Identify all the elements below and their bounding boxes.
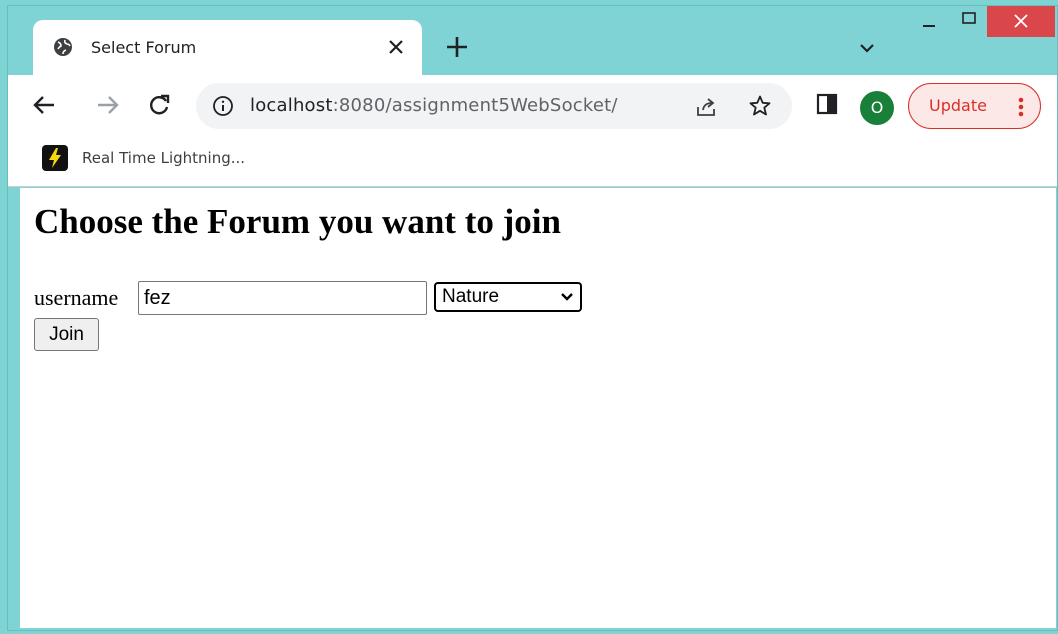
update-button[interactable]: Update <box>908 83 1041 129</box>
side-panel-icon[interactable] <box>814 91 840 117</box>
update-label: Update <box>929 96 987 115</box>
forum-select-value: Nature <box>442 286 500 307</box>
page-heading: Choose the Forum you want to join <box>34 202 561 241</box>
lightning-icon <box>42 145 68 171</box>
page-content: Choose the Forum you want to join userna… <box>20 188 1056 628</box>
address-bar[interactable]: localhost:8080/assignment5WebSocket/ <box>196 83 792 129</box>
reload-icon[interactable] <box>145 91 173 119</box>
forum-select[interactable]: Nature <box>434 282 582 312</box>
more-menu-icon[interactable] <box>1013 94 1029 120</box>
forward-arrow-icon[interactable] <box>94 91 122 119</box>
bookmark-star-icon[interactable] <box>748 94 772 118</box>
bookmark-label: Real Time Lightning... <box>82 149 246 167</box>
username-label: username <box>34 285 119 310</box>
tab-select-forum[interactable]: Select Forum <box>33 20 422 76</box>
maximize-button[interactable] <box>951 6 987 37</box>
minimize-button[interactable] <box>908 6 950 37</box>
browser-toolbar: localhost:8080/assignment5WebSocket/ O U… <box>8 75 1057 135</box>
new-tab-icon[interactable] <box>443 33 471 61</box>
back-arrow-icon[interactable] <box>30 91 58 119</box>
bookmarks-bar: Real Time Lightning... <box>8 135 1057 187</box>
chevron-down-icon[interactable] <box>856 37 878 59</box>
info-icon[interactable] <box>212 95 234 117</box>
join-button[interactable]: Join <box>34 318 99 351</box>
close-tab-icon[interactable] <box>383 34 409 60</box>
tab-strip: Select Forum <box>8 6 1057 76</box>
browser-window: Select Forum localhost:8080/assignment5W… <box>7 5 1058 631</box>
username-input[interactable] <box>138 281 427 315</box>
url-text: localhost:8080/assignment5WebSocket/ <box>250 95 618 116</box>
tab-title: Select Forum <box>91 38 197 57</box>
close-window-button[interactable] <box>987 6 1055 37</box>
profile-avatar[interactable]: O <box>860 91 894 125</box>
share-icon[interactable] <box>694 95 718 119</box>
globe-icon <box>54 38 72 56</box>
chevron-down-icon <box>561 293 573 301</box>
